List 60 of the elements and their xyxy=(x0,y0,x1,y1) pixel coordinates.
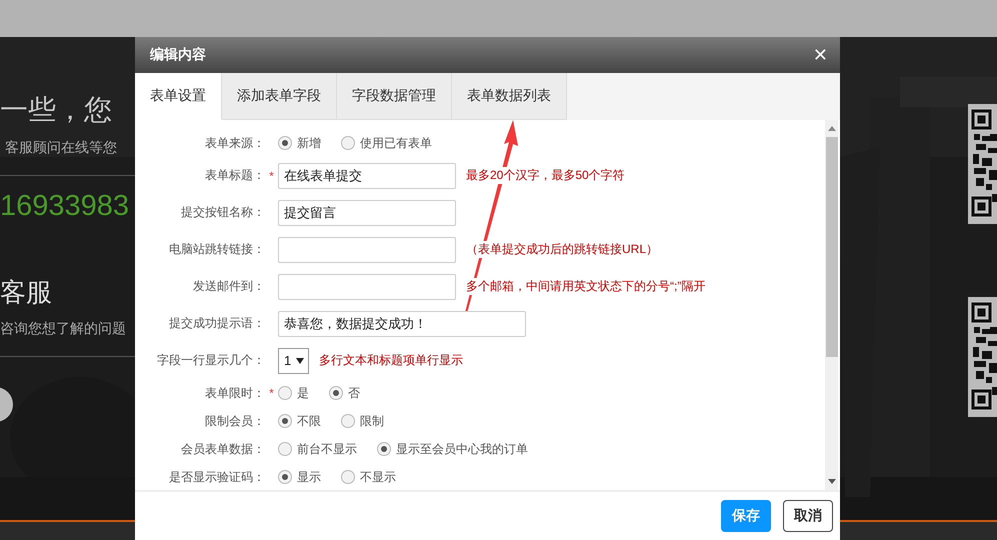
field-label: 表单限时： xyxy=(204,384,265,402)
select-field[interactable]: 1 xyxy=(278,348,309,374)
hint-text: 多行文本和标题项单行显示 xyxy=(319,352,463,369)
field-label: 是否显示验证码： xyxy=(168,468,265,486)
field-label: 发送邮件到： xyxy=(192,278,265,295)
field-label: 提交按钮名称： xyxy=(180,204,265,221)
section-subtitle: 咨询您想了解的问题 xyxy=(0,320,127,338)
field-label: 字段一行显示几个： xyxy=(156,352,265,369)
radio-button[interactable] xyxy=(278,414,292,428)
radio-button[interactable] xyxy=(341,136,355,150)
option-label: 使用已有表单 xyxy=(360,134,432,152)
field-label: 提交成功提示语： xyxy=(168,315,265,332)
option-label: 显示 xyxy=(297,468,321,486)
option-label: 否 xyxy=(348,384,360,402)
input-field[interactable] xyxy=(278,274,456,300)
radio-button[interactable] xyxy=(278,442,292,456)
option-label: 限制 xyxy=(360,412,384,430)
scroll-down-icon[interactable] xyxy=(828,479,836,484)
radio-button[interactable] xyxy=(329,386,343,400)
cancel-button[interactable]: 取消 xyxy=(783,500,833,532)
option-label: 前台不显示 xyxy=(297,440,357,458)
field-label: 表单标题： xyxy=(204,167,265,184)
tab[interactable]: 表单数据列表 xyxy=(452,73,567,120)
input-field[interactable] xyxy=(278,236,456,262)
input-field[interactable]: 提交留言 xyxy=(278,200,456,226)
dialog-title: 编辑内容 xyxy=(150,46,206,64)
required-mark: * xyxy=(269,168,274,182)
option-label: 是 xyxy=(297,384,309,402)
scroll-up-icon[interactable] xyxy=(828,126,836,131)
radio-button[interactable] xyxy=(341,470,355,484)
headline: 一些，您 xyxy=(0,93,113,127)
subline: 客服顾问在线等您 xyxy=(5,139,118,157)
input-field[interactable]: 恭喜您，数据提交成功！ xyxy=(278,310,526,336)
tab[interactable]: 字段数据管理 xyxy=(337,73,452,120)
field-label: 电脑站跳转链接： xyxy=(168,241,265,258)
tab[interactable]: 表单设置 xyxy=(135,73,222,120)
option-label: 不限 xyxy=(297,412,321,430)
option-label: 新增 xyxy=(297,134,321,152)
option-label: 显示至会员中心我的订单 xyxy=(396,440,528,458)
required-mark: * xyxy=(269,386,274,400)
close-button[interactable]: ✕ xyxy=(812,44,828,66)
radio-button[interactable] xyxy=(341,414,355,428)
caret-icon xyxy=(296,358,304,364)
radio-button[interactable] xyxy=(278,386,292,400)
input-field[interactable]: 在线表单提交 xyxy=(278,162,456,188)
option-label: 不显示 xyxy=(360,468,396,486)
qr-code-icon xyxy=(968,297,997,417)
hint-text: 多个邮箱，中间请用英文状态下的分号“;”隔开 xyxy=(466,278,706,295)
field-label: 表单来源： xyxy=(204,134,265,152)
tab[interactable]: 添加表单字段 xyxy=(222,73,337,120)
radio-button[interactable] xyxy=(377,442,391,456)
radio-button[interactable] xyxy=(278,136,292,150)
qr-code-icon xyxy=(968,104,997,224)
radio-button[interactable] xyxy=(278,470,292,484)
scrollbar[interactable] xyxy=(825,120,838,490)
phone-number: 16933983 xyxy=(0,190,130,223)
field-label: 会员表单数据： xyxy=(180,440,265,458)
field-label: 限制会员： xyxy=(204,412,265,430)
section-title: 客服 xyxy=(0,276,53,309)
hint-text: 最多20个汉字，最多50个字符 xyxy=(466,167,625,184)
